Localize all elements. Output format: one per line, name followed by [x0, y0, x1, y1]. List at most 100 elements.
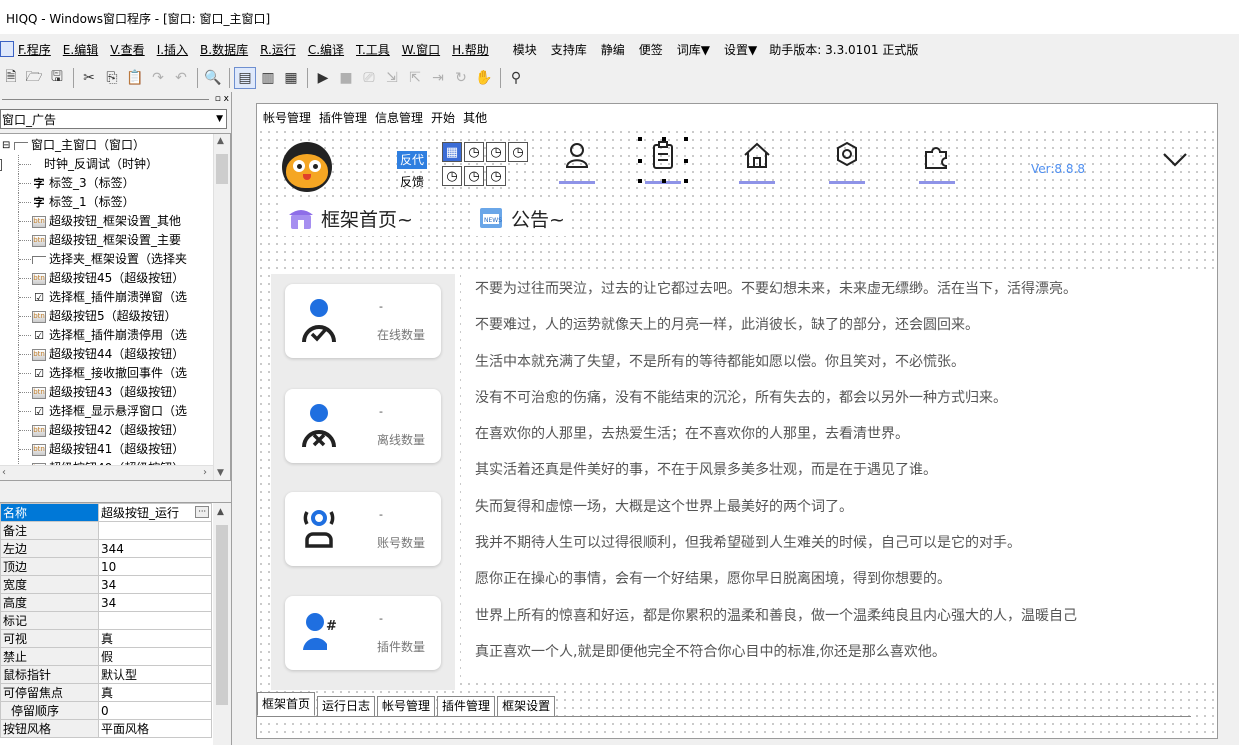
menu-support-lib[interactable]: 支持库	[551, 41, 587, 58]
property-scrollbar[interactable]: ▲	[213, 503, 231, 745]
stop-icon[interactable]: ■	[335, 67, 357, 89]
ellipsis-button[interactable]: ···	[195, 506, 209, 518]
property-row[interactable]: 宽度 34	[0, 575, 212, 594]
new-file-icon[interactable]: 🗎	[0, 67, 22, 89]
property-row[interactable]: 高度 34	[0, 593, 212, 612]
scroll-up-icon[interactable]: ▲	[217, 507, 224, 517]
tab-plugins[interactable]: 插件管理	[437, 696, 496, 716]
property-row[interactable]: 可停留焦点真	[0, 683, 212, 702]
property-value[interactable]: 默认型	[98, 665, 212, 684]
menu-module[interactable]: 模块	[513, 41, 537, 58]
scrollbar-thumb[interactable]	[216, 154, 228, 184]
menu-insert[interactable]: I.插入	[157, 41, 188, 58]
tree-item[interactable]: 字标签_1（标签）	[0, 193, 214, 212]
binoculars-icon[interactable]: ⚲	[505, 67, 527, 89]
scrollbar-thumb[interactable]	[216, 525, 228, 705]
panel-controls[interactable]: ▫ x	[215, 94, 229, 104]
property-row[interactable]: 标记	[0, 611, 212, 630]
property-row[interactable]: 鼠标指针 默认型	[0, 665, 212, 684]
tree-scrollbar[interactable]: ▲ ▼	[213, 134, 230, 480]
tree-item[interactable]: btn 超级按钮41（超级按钮）	[0, 440, 214, 459]
menu-compile[interactable]: C.编译	[308, 41, 344, 58]
tree-item[interactable]: btn 超级按钮45（超级按钮）	[0, 269, 214, 288]
undo-icon[interactable]: ↶	[170, 67, 192, 89]
property-value[interactable]	[98, 611, 212, 630]
property-value[interactable]: 34	[98, 593, 212, 612]
tree-root[interactable]: ⊟ 窗口_主窗口（窗口）	[0, 136, 214, 155]
find-icon[interactable]: 🔍	[202, 67, 224, 89]
menu-notes[interactable]: 便签	[639, 41, 663, 58]
tree-item[interactable]: btn 超级按钮_框架设置_其他	[0, 212, 214, 231]
menu-dictionary[interactable]: 词库▼	[677, 41, 710, 58]
menu-run[interactable]: R.运行	[260, 41, 296, 58]
tree-hscrollbar[interactable]: ‹ ›	[0, 465, 213, 480]
scroll-down-icon[interactable]: ▼	[217, 468, 224, 478]
property-value[interactable]: 真	[98, 629, 212, 648]
property-value[interactable]: 真	[98, 683, 212, 702]
paste-icon[interactable]: 📋	[124, 67, 146, 89]
menu-edit[interactable]: E.编辑	[63, 41, 98, 58]
home-nav-button[interactable]	[737, 140, 777, 184]
property-row[interactable]: 左边 344	[0, 539, 212, 558]
tree-item[interactable]: 选择夹_框架设置（选择夹	[0, 250, 214, 269]
menu-help[interactable]: H.帮助	[452, 41, 489, 58]
hand-icon[interactable]: ✋	[473, 67, 495, 89]
menu-static-compile[interactable]: 静编	[601, 41, 625, 58]
account-nav-button[interactable]	[557, 140, 597, 184]
step-over-icon[interactable]: ⇱	[404, 67, 426, 89]
scroll-left-icon[interactable]: ‹	[2, 467, 6, 478]
menu-database[interactable]: B.数据库	[200, 41, 248, 58]
menu-settings[interactable]: 设置▼	[724, 41, 757, 58]
tree-item[interactable]: ☑ 选择框_插件崩溃停用（选	[0, 326, 214, 345]
tree-item[interactable]: ◔ 时钟_反调试（时钟）	[0, 155, 214, 174]
property-row[interactable]: 按钮风格 平面风格	[0, 719, 212, 738]
chevron-down-icon[interactable]: ▼	[216, 114, 223, 124]
app-icon[interactable]	[0, 41, 14, 57]
collapse-icon[interactable]: ⊟	[2, 136, 14, 155]
tab-accounts[interactable]: 帐号管理	[377, 696, 436, 716]
chevron-down-icon[interactable]	[1160, 148, 1190, 172]
property-row[interactable]: 名称 超级按钮_运行 ···	[0, 503, 212, 522]
reverse-proxy-button[interactable]: 反代	[397, 151, 428, 169]
layout-grid-icon[interactable]: ▦	[280, 67, 302, 89]
open-folder-icon[interactable]: 🗁	[23, 67, 45, 89]
property-row[interactable]: 顶边 10	[0, 557, 212, 576]
calendar-icon[interactable]: ▦	[442, 142, 462, 162]
tree-item[interactable]: btn 超级按钮44（超级按钮）	[0, 345, 214, 364]
layout-split-icon[interactable]: ▥	[257, 67, 279, 89]
property-value[interactable]: 34	[98, 575, 212, 594]
redo-icon[interactable]: ↷	[147, 67, 169, 89]
property-value[interactable]	[98, 521, 212, 540]
property-row[interactable]: 禁止假	[0, 647, 212, 666]
copy-icon[interactable]: ⎘	[101, 67, 123, 89]
property-row[interactable]: 可视真	[0, 629, 212, 648]
plugin-nav-button[interactable]	[917, 140, 957, 184]
menu-view[interactable]: V.查看	[110, 41, 144, 58]
tab-home[interactable]: 框架首页	[257, 692, 316, 716]
tab-run-log[interactable]: 运行日志	[317, 696, 376, 716]
property-value[interactable]: 平面风格	[98, 719, 212, 738]
tree-item[interactable]: ☑ 选择框_插件崩溃弹窗（选	[0, 288, 214, 307]
cut-icon[interactable]: ✂	[78, 67, 100, 89]
owl-avatar-icon[interactable]	[282, 142, 332, 192]
menu-window[interactable]: W.窗口	[402, 41, 440, 58]
save-icon[interactable]: 🖫	[46, 67, 68, 89]
tree-item[interactable]: btn 超级按钮42（超级按钮）	[0, 421, 214, 440]
property-value[interactable]: 超级按钮_运行 ···	[98, 503, 212, 522]
form-designer[interactable]: 帐号管理 插件管理 信息管理 开始 其他 反代 反馈 ▦ ◷ ◷ ◷ ◷ ◷ ◷	[256, 103, 1218, 739]
settings-nav-button[interactable]	[827, 140, 867, 184]
menu-tools[interactable]: T.工具	[356, 41, 390, 58]
property-row[interactable]: 停留顺序 0	[0, 701, 212, 720]
scroll-right-icon[interactable]: ›	[203, 467, 207, 478]
tree-item[interactable]: ☑ 选择框_接收撤回事件（选	[0, 364, 214, 383]
scroll-up-icon[interactable]: ▲	[217, 136, 224, 146]
property-value[interactable]: 假	[98, 647, 212, 666]
step-into-icon[interactable]: ⇲	[381, 67, 403, 89]
property-row[interactable]: 备注	[0, 521, 212, 540]
tab-settings[interactable]: 框架设置	[497, 696, 556, 716]
property-value[interactable]: 344	[98, 539, 212, 558]
tree-item[interactable]: btn 超级按钮43（超级按钮）	[0, 383, 214, 402]
property-value[interactable]: 0	[98, 701, 212, 720]
run-icon[interactable]: ▶	[312, 67, 334, 89]
tree-item[interactable]: ☑ 选择框_显示悬浮窗口（选	[0, 402, 214, 421]
